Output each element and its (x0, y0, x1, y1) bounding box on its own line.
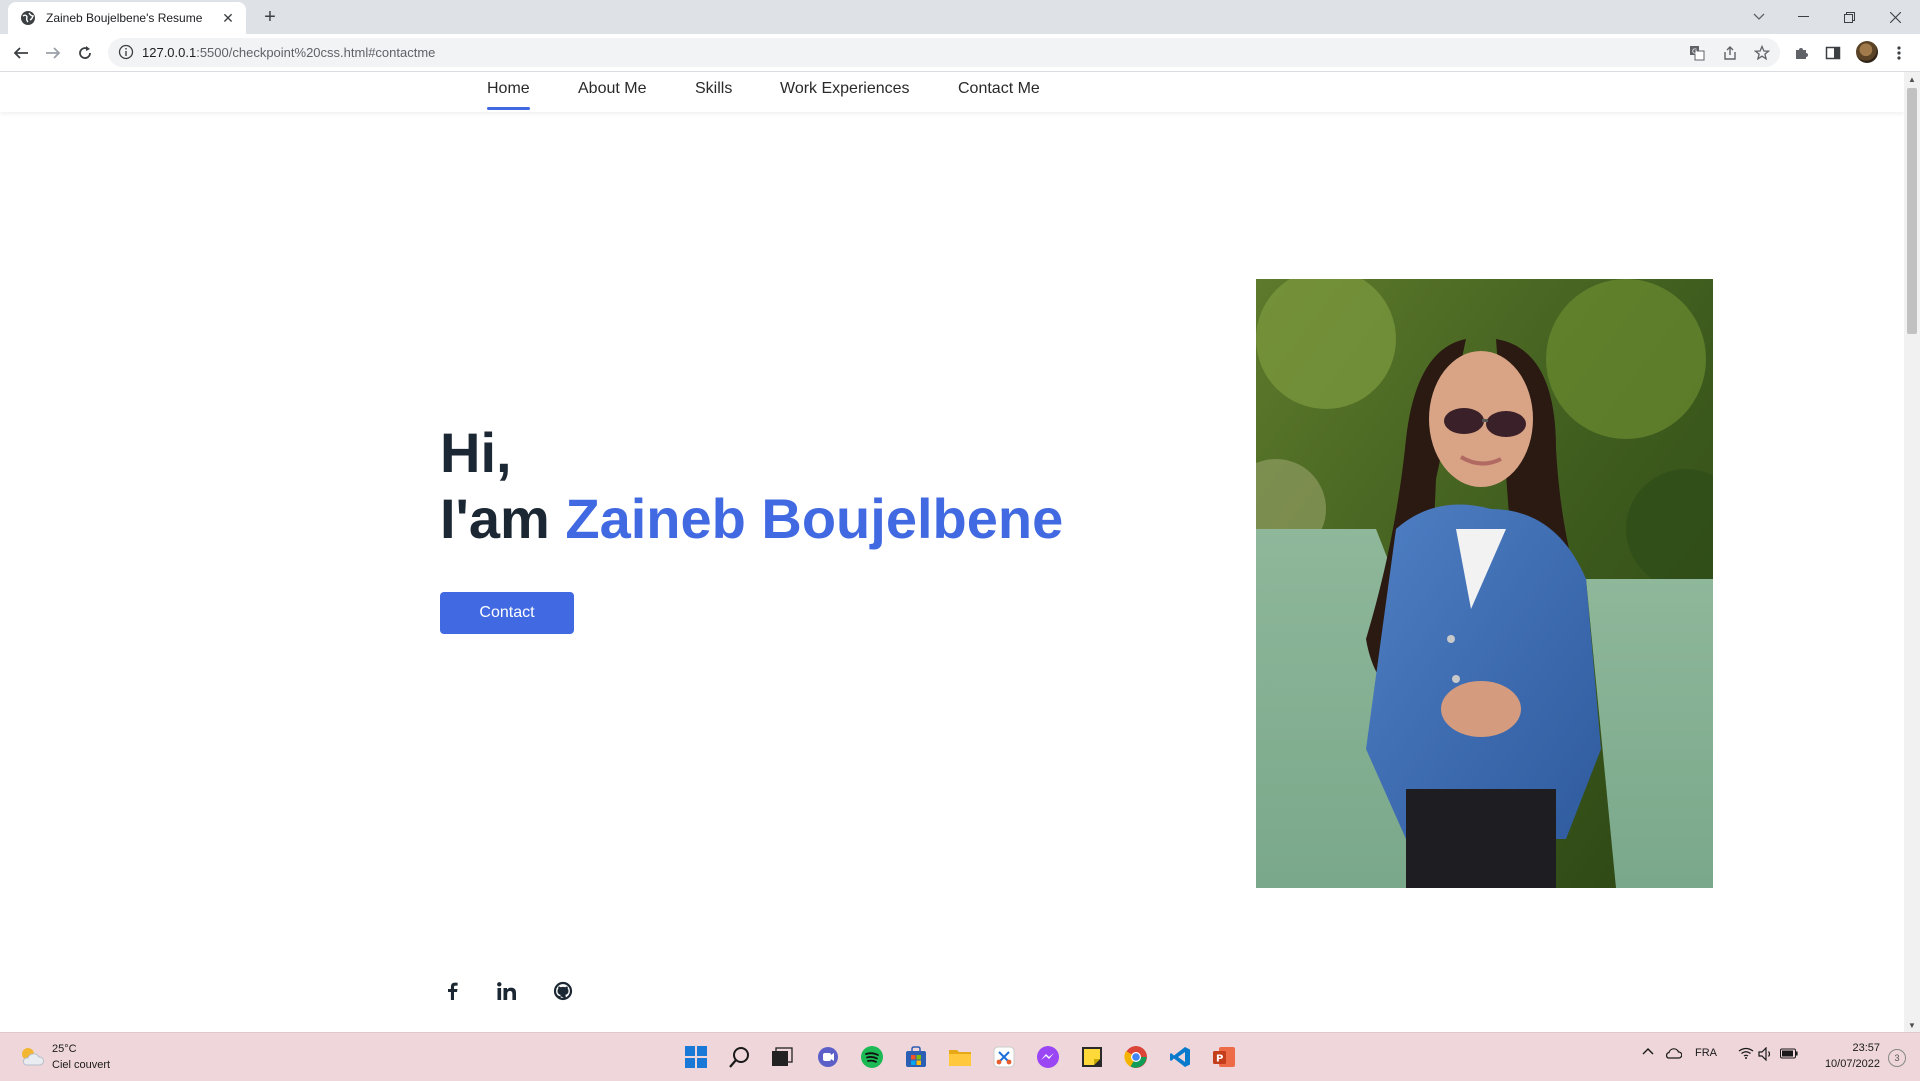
svg-text:P: P (1216, 1054, 1223, 1065)
teams-chat-icon[interactable] (814, 1043, 842, 1071)
clock-time: 23:57 (1852, 1042, 1880, 1054)
back-arrow-icon[interactable] (8, 40, 34, 66)
hero-name: Zaineb Boujelbene (565, 487, 1064, 550)
restore-button[interactable] (1826, 0, 1872, 34)
scrollbar-thumb[interactable] (1907, 88, 1917, 334)
url-text: 127.0.0.1:5500/checkpoint%20css.html#con… (142, 45, 436, 60)
hero-greeting: Hi, (440, 421, 512, 484)
page-viewport: Home About Me Skills Work Experiences Co… (0, 72, 1904, 1032)
minimize-button[interactable] (1780, 0, 1826, 34)
close-window-button[interactable] (1872, 0, 1918, 34)
new-tab-button[interactable]: + (258, 5, 282, 29)
tab-search-icon[interactable] (1736, 0, 1782, 34)
weather-description: Ciel couvert (52, 1059, 111, 1071)
close-tab-icon[interactable]: ✕ (220, 10, 236, 27)
github-icon[interactable] (552, 980, 574, 1002)
browser-tab[interactable]: Zaineb Boujelbene's Resume ✕ (8, 2, 246, 34)
nav-contact-me[interactable]: Contact Me (958, 72, 1040, 106)
keyboard-language[interactable]: FRA (1694, 1047, 1718, 1059)
search-icon[interactable] (726, 1043, 754, 1071)
messenger-icon[interactable] (1034, 1043, 1062, 1071)
chrome-icon[interactable] (1122, 1043, 1150, 1071)
page-scrollbar[interactable]: ▲ ▼ (1904, 72, 1920, 1032)
system-clock[interactable]: 23:57 10/07/2022 (1810, 1040, 1880, 1072)
reload-icon[interactable] (72, 40, 98, 66)
forward-arrow-icon[interactable] (40, 40, 66, 66)
translate-icon[interactable]: G (1688, 44, 1706, 62)
wifi-icon[interactable] (1736, 1047, 1756, 1059)
onedrive-cloud-icon[interactable] (1662, 1047, 1684, 1059)
sticky-notes-icon[interactable] (1078, 1043, 1106, 1071)
nav-work-experiences[interactable]: Work Experiences (780, 72, 910, 106)
vscode-icon[interactable] (1166, 1043, 1194, 1071)
browser-tabstrip: Zaineb Boujelbene's Resume ✕ + (0, 0, 1920, 34)
extensions-puzzle-icon[interactable] (1788, 40, 1814, 66)
nav-about-me[interactable]: About Me (578, 72, 646, 106)
globe-icon (20, 10, 36, 26)
nav-home[interactable]: Home (487, 72, 530, 110)
weather-cloud-sun-icon[interactable] (18, 1045, 44, 1072)
clock-date: 10/07/2022 (1824, 1058, 1880, 1070)
address-bar[interactable]: 127.0.0.1:5500/checkpoint%20css.html#con… (108, 38, 1780, 67)
scroll-down-arrow-icon[interactable]: ▼ (1904, 1018, 1920, 1032)
snipping-tool-icon[interactable] (990, 1043, 1018, 1071)
microsoft-store-icon[interactable] (902, 1043, 930, 1071)
tab-title: Zaineb Boujelbene's Resume (46, 11, 203, 25)
hero-intro: I'am (440, 487, 566, 550)
task-view-icon[interactable] (768, 1043, 796, 1071)
nav-skills[interactable]: Skills (695, 72, 732, 106)
browser-toolbar: 127.0.0.1:5500/checkpoint%20css.html#con… (0, 34, 1920, 72)
svg-text:G: G (1692, 48, 1697, 56)
profile-photo (1256, 279, 1713, 888)
show-hidden-icons-chevron-icon[interactable] (1640, 1047, 1656, 1055)
notification-badge[interactable]: 3 (1888, 1049, 1906, 1067)
windows-start-icon[interactable] (682, 1043, 710, 1071)
linkedin-icon[interactable] (496, 980, 518, 1002)
facebook-icon[interactable] (441, 980, 463, 1002)
volume-icon[interactable] (1756, 1047, 1776, 1061)
file-explorer-icon[interactable] (946, 1043, 974, 1071)
bookmark-star-icon[interactable] (1753, 44, 1771, 62)
share-icon[interactable] (1721, 44, 1739, 62)
profile-avatar[interactable] (1856, 41, 1878, 63)
contact-button[interactable]: Contact (440, 592, 574, 634)
side-panel-icon[interactable] (1820, 40, 1846, 66)
scroll-up-arrow-icon[interactable]: ▲ (1904, 72, 1920, 86)
site-info-icon[interactable] (118, 44, 134, 65)
weather-temperature: 25°C (52, 1043, 77, 1055)
battery-icon[interactable] (1778, 1047, 1800, 1059)
powerpoint-icon[interactable]: P (1210, 1043, 1238, 1071)
hero-heading: Hi, I'am Zaineb Boujelbene (440, 420, 1063, 552)
site-nav: Home About Me Skills Work Experiences Co… (0, 72, 1904, 112)
more-menu-icon[interactable] (1886, 40, 1912, 66)
spotify-icon[interactable] (858, 1043, 886, 1071)
windows-taskbar: 25°C Ciel couvert P FRA 23:57 10/07/2022… (0, 1032, 1920, 1081)
